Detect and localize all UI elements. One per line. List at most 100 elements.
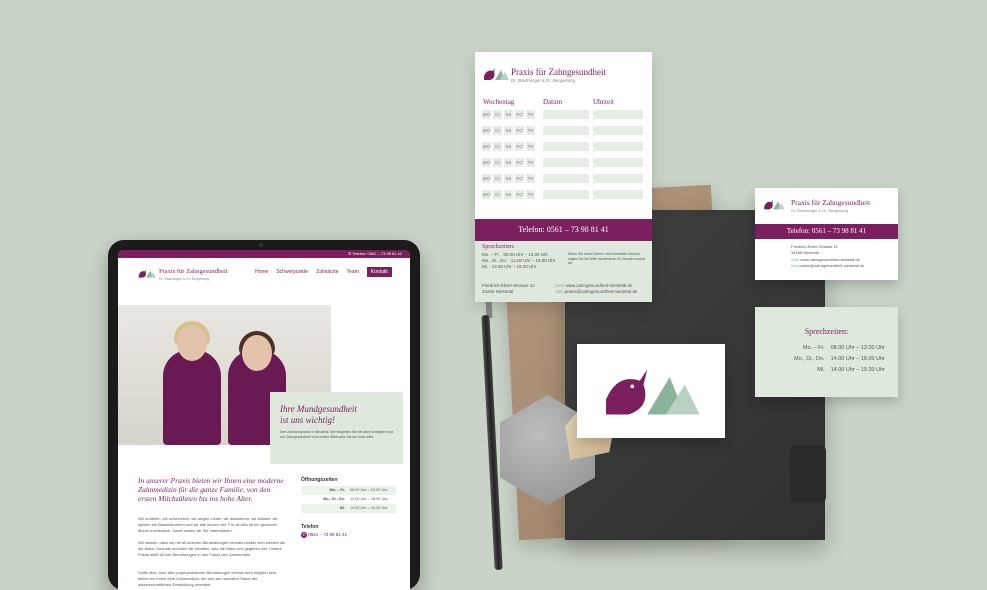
nav-kontakt-button[interactable]: Kontakt <box>366 267 392 277</box>
card-brand-subtitle: Dr. Brachvogel & Dr. Bergerlang <box>511 78 576 83</box>
topbar-phone: Telefon: 0561 – 73 98 81 41 <box>352 251 402 256</box>
bc-phone-band: Telefon: 0561 – 73 98 81 41 <box>755 224 898 239</box>
logo-card <box>577 344 725 438</box>
bc-address-line2: 34266 Niestetal <box>791 249 819 255</box>
day-box: FR <box>526 158 535 167</box>
day-box: DO <box>515 110 524 119</box>
day-box: FR <box>526 190 535 199</box>
bc-mail: Mail praxis@zahngesundheit-niestetal.de <box>791 262 865 268</box>
day-box: MI <box>504 190 513 199</box>
day-box: MO <box>482 126 491 135</box>
day-box: FR <box>526 142 535 151</box>
col-header-weekday: Wochentag <box>483 98 515 106</box>
day-box: DO <box>515 174 524 183</box>
bird-mountains-logo-icon <box>764 199 785 210</box>
site-brand-name[interactable]: Praxis für Zahngesundheit <box>159 268 228 275</box>
appointment-row: MO DI MI DO FR <box>482 174 535 183</box>
day-box: MO <box>482 190 491 199</box>
date-field <box>543 126 589 135</box>
hours-title: Öffnungszeiten <box>301 477 338 483</box>
business-card-front: Praxis für Zahngesundheit Dr. Brachvogel… <box>755 188 898 280</box>
day-box: MO <box>482 158 491 167</box>
day-box: DI <box>493 190 502 199</box>
bc-brand-subtitle: Dr. Brachvogel & Dr. Bergerlang <box>791 208 848 213</box>
main-nav: Home Schwerpunkte Zahnärzte Team Kontakt <box>255 267 392 277</box>
date-field <box>543 190 589 199</box>
card-hours-row-3: Mi. 14.00 Uhr – 19.30 Uhr <box>482 264 537 269</box>
intro-heading: In unserer Praxis bieten wir Ihnen eine … <box>138 476 284 503</box>
day-box: MI <box>504 126 513 135</box>
dentist-1-face <box>177 325 207 361</box>
dentist-2-face <box>242 335 272 371</box>
day-box: DI <box>493 126 502 135</box>
nav-schwerpunkte[interactable]: Schwerpunkte <box>276 269 308 277</box>
hero-title: Ihre Mundgesundheit ist uns wichtig! <box>280 404 357 425</box>
day-box: FR <box>526 110 535 119</box>
time-field <box>593 174 643 183</box>
day-box: FR <box>526 174 535 183</box>
col-header-date: Datum <box>543 98 563 106</box>
hero-box: Ihre Mundgesundheit ist uns wichtig! Ihr… <box>270 392 403 464</box>
bc-hours-row-2: Mo., Di., Do. 14.00 Uhr – 18.00 Uhr <box>794 356 885 362</box>
phone-icon: ✆ <box>347 251 352 256</box>
rubber-roll <box>790 445 826 503</box>
day-box: DO <box>515 190 524 199</box>
nav-home[interactable]: Home <box>255 269 268 277</box>
hours-row-1: Mo. – Fr. 08.00 Uhr – 13.00 Uhr <box>301 486 396 495</box>
day-box: DI <box>493 158 502 167</box>
card-hours-panel: Sprechzeiten: Mo. – Fr. 08.00 Uhr – 13.0… <box>475 241 652 302</box>
day-box: DO <box>515 126 524 135</box>
appointment-row: MO DI MI DO FR <box>482 110 535 119</box>
day-box: MI <box>504 142 513 151</box>
date-field <box>543 158 589 167</box>
topbar: ✆ Telefon: 0561 – 73 98 81 41 <box>118 250 410 258</box>
day-box: DI <box>493 174 502 183</box>
bc-hours-title: Sprechzeiten: <box>804 327 849 336</box>
hours-row-3: Mi. 14.00 Uhr – 19.30 Uhr <box>301 504 396 513</box>
card-phone-band: Telefon: 0561 – 73 98 81 41 <box>475 219 652 241</box>
site-brand-subtitle: Dr. Brachvogel & Dr. Bergerlang <box>159 277 209 281</box>
tablet: ✆ Telefon: 0561 – 73 98 81 41 Praxis für… <box>108 240 420 590</box>
bc-hours-row-1: Mo. – Fr. 08.00 Uhr – 13.00 Uhr <box>802 345 885 351</box>
appointment-card: Praxis für Zahngesundheit Dr. Brachvogel… <box>475 52 652 302</box>
time-field <box>593 190 643 199</box>
day-box: MI <box>504 110 513 119</box>
nav-zahnaerzte[interactable]: Zahnärzte <box>316 269 339 277</box>
time-field <box>593 142 643 151</box>
appointment-row: MO DI MI DO FR <box>482 190 535 199</box>
day-box: MO <box>482 110 491 119</box>
tablet-camera <box>259 243 263 247</box>
time-field <box>593 158 643 167</box>
day-box: DO <box>515 158 524 167</box>
phone-icon: ✆ <box>301 532 307 538</box>
date-field <box>543 174 589 183</box>
phone-link[interactable]: ✆ 0561 – 73 98 81 41 <box>301 532 347 538</box>
website-screen: ✆ Telefon: 0561 – 73 98 81 41 Praxis für… <box>118 250 410 590</box>
time-field <box>593 126 643 135</box>
time-field <box>593 110 643 119</box>
day-box: MO <box>482 174 491 183</box>
card-cancel-note: Wenn Sie einen Termin nicht einhalten kö… <box>568 252 646 265</box>
appointment-row: MO DI MI DO FR <box>482 158 535 167</box>
hours-row-2: Mo., Di., Do. 14.00 Uhr – 18.00 Uhr <box>323 497 388 501</box>
bird-mountains-logo-icon <box>606 369 700 415</box>
bird-mountains-logo-icon[interactable] <box>138 268 156 279</box>
phone-title: Telefon <box>301 524 319 530</box>
business-card-back: Sprechzeiten: Mo. – Fr. 08.00 Uhr – 13.00… <box>755 307 898 397</box>
day-box: DI <box>493 110 502 119</box>
intro-para-1: Wir erzählen, wir schmecken, wir singen … <box>138 516 278 533</box>
intro-para-3: Sollte dies, trotz aller prophylaktische… <box>138 570 278 587</box>
day-box: DO <box>515 142 524 151</box>
date-field <box>543 142 589 151</box>
hero-text: Ihre Zahnarztpraxis in Niestetal. Wir be… <box>280 430 394 439</box>
day-box: MO <box>482 142 491 151</box>
card-hours-title: Sprechzeiten: <box>482 244 515 250</box>
day-box: DI <box>493 142 502 151</box>
hours-table: Mo. – Fr. 08.00 Uhr – 13.00 Uhr Mo., Di.,… <box>301 486 396 513</box>
card-mail: Mail praxis@zahngesundheit-niestetal.de <box>555 289 638 294</box>
dentist-1 <box>163 350 221 445</box>
appointment-row: MO DI MI DO FR <box>482 142 535 151</box>
bird-mountains-logo-icon <box>484 68 509 80</box>
nav-team[interactable]: Team <box>347 269 359 277</box>
pen <box>481 314 503 571</box>
